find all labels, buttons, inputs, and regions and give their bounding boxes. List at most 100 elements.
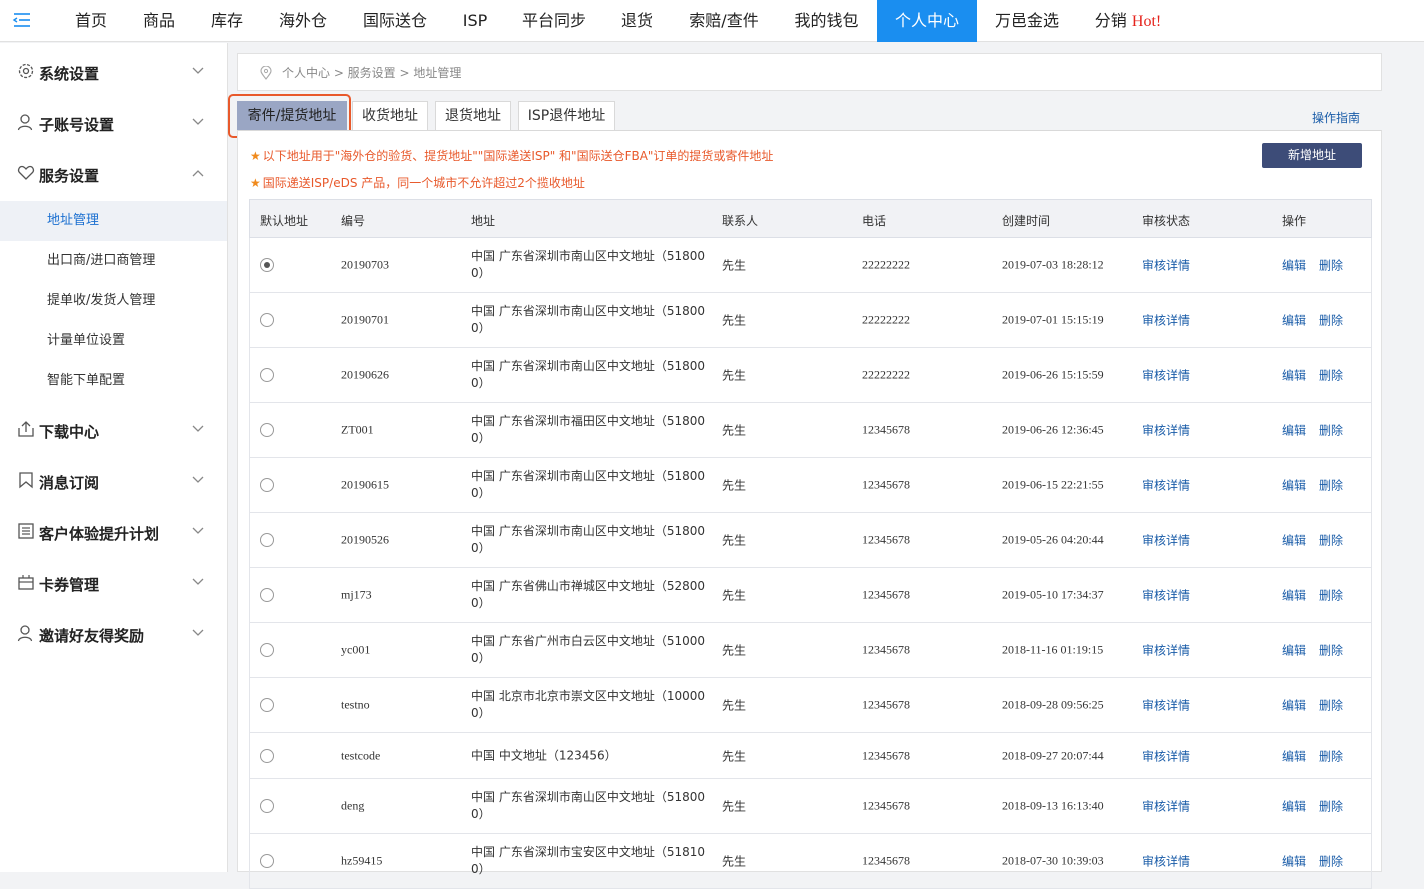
review-detail-link[interactable]: 审核详情 xyxy=(1142,697,1190,714)
tab-isp-return-address[interactable]: ISP退件地址 xyxy=(518,101,615,131)
table-row: 20190526 中国 广东省深圳市南山区中文地址（51800 0） 先生 123456… xyxy=(249,513,1372,568)
phone-number: 22222222 xyxy=(862,367,910,382)
edit-link[interactable]: 编辑 xyxy=(1282,532,1306,549)
review-detail-link[interactable]: 审核详情 xyxy=(1142,798,1190,815)
nav-returns[interactable]: 退货 xyxy=(604,0,670,42)
edit-link[interactable]: 编辑 xyxy=(1282,642,1306,659)
sidebar-item-bill-shipper[interactable]: 提单收/发货人管理 xyxy=(0,281,227,321)
default-address-radio[interactable] xyxy=(260,478,274,492)
address-text: 中国 广东省佛山市禅城区中文地址（52800 0） xyxy=(471,578,707,612)
review-detail-link[interactable]: 审核详情 xyxy=(1142,587,1190,604)
tab-receiving-address[interactable]: 收货地址 xyxy=(352,101,428,131)
delete-link[interactable]: 删除 xyxy=(1319,587,1343,604)
delete-link[interactable]: 删除 xyxy=(1319,367,1343,384)
delete-link[interactable]: 删除 xyxy=(1319,257,1343,274)
default-address-radio[interactable] xyxy=(260,258,274,272)
address-line: 0） xyxy=(471,651,491,665)
default-address-radio[interactable] xyxy=(260,854,274,868)
add-address-button[interactable]: 新增地址 xyxy=(1262,143,1362,168)
delete-link[interactable]: 删除 xyxy=(1319,642,1343,659)
address-code: testcode xyxy=(341,748,381,762)
delete-link[interactable]: 删除 xyxy=(1319,747,1343,764)
edit-link[interactable]: 编辑 xyxy=(1282,697,1306,714)
edit-link[interactable]: 编辑 xyxy=(1282,587,1306,604)
edit-link[interactable]: 编辑 xyxy=(1282,422,1306,439)
review-detail-link[interactable]: 审核详情 xyxy=(1142,532,1190,549)
phone-number: 12345678 xyxy=(862,532,910,547)
created-time: 2019-05-26 04:20:44 xyxy=(1002,532,1104,547)
review-detail-link[interactable]: 审核详情 xyxy=(1142,747,1190,764)
nav-home[interactable]: 首页 xyxy=(58,0,124,42)
sidebar-item-smart-order[interactable]: 智能下单配置 xyxy=(0,361,227,401)
nav-inventory[interactable]: 库存 xyxy=(194,0,260,42)
sidebar-item-address-management[interactable]: 地址管理 xyxy=(0,201,227,241)
nav-platform-sync[interactable]: 平台同步 xyxy=(506,0,602,42)
contact-name: 先生 xyxy=(722,854,747,869)
sidebar-group-label: 消息订阅 xyxy=(39,474,100,492)
sidebar-group-download-center[interactable]: 下载中心 xyxy=(0,401,227,452)
nav-isp[interactable]: ISP xyxy=(446,0,504,42)
nav-distribution[interactable]: 分销 Hot! xyxy=(1080,0,1176,42)
edit-link[interactable]: 编辑 xyxy=(1282,853,1306,870)
edit-link[interactable]: 编辑 xyxy=(1282,798,1306,815)
review-detail-link[interactable]: 审核详情 xyxy=(1142,422,1190,439)
column-header: 默认地址 xyxy=(260,214,309,228)
edit-link[interactable]: 编辑 xyxy=(1282,257,1306,274)
guide-link[interactable]: 操作指南 xyxy=(1312,109,1360,126)
review-detail-link[interactable]: 审核详情 xyxy=(1142,257,1190,274)
edit-link[interactable]: 编辑 xyxy=(1282,747,1306,764)
review-detail-link[interactable]: 审核详情 xyxy=(1142,312,1190,329)
phone-number: 12345678 xyxy=(862,798,910,813)
sidebar-group-invite-friends[interactable]: 邀请好友得奖励 xyxy=(0,605,227,656)
hot-badge: Hot! xyxy=(1131,13,1162,30)
sidebar-group-subaccount[interactable]: 子账号设置 xyxy=(0,94,227,145)
sidebar-group-coupon-management[interactable]: 卡券管理 xyxy=(0,554,227,605)
delete-link[interactable]: 删除 xyxy=(1319,422,1343,439)
edit-link[interactable]: 编辑 xyxy=(1282,367,1306,384)
default-address-radio[interactable] xyxy=(260,313,274,327)
table-body: 20190703 中国 广东省深圳市南山区中文地址（51800 0） 先生 222222… xyxy=(249,238,1372,889)
default-address-radio[interactable] xyxy=(260,748,274,763)
address-text: 中国 广东省深圳市南山区中文地址（51800 0） xyxy=(471,523,707,557)
address-text: 中国 中文地址（123456） xyxy=(471,747,707,764)
sidebar-group-service-settings[interactable]: 服务设置 xyxy=(0,145,227,196)
sidebar-item-exporter-importer[interactable]: 出口商/进口商管理 xyxy=(0,241,227,281)
tab-return-address[interactable]: 退货地址 xyxy=(435,101,511,131)
sidebar-group-customer-experience[interactable]: 客户体验提升计划 xyxy=(0,503,227,554)
delete-link[interactable]: 删除 xyxy=(1319,798,1343,815)
phone-number: 12345678 xyxy=(862,477,910,492)
edit-link[interactable]: 编辑 xyxy=(1282,477,1306,494)
default-address-radio[interactable] xyxy=(260,533,274,547)
default-address-radio[interactable] xyxy=(260,698,274,712)
review-detail-link[interactable]: 审核详情 xyxy=(1142,642,1190,659)
sidebar-group-message-subscription[interactable]: 消息订阅 xyxy=(0,452,227,503)
delete-link[interactable]: 删除 xyxy=(1319,532,1343,549)
nav-wanyi-select[interactable]: 万邑金选 xyxy=(979,0,1075,42)
default-address-radio[interactable] xyxy=(260,588,274,602)
nav-wallet[interactable]: 我的钱包 xyxy=(778,0,875,42)
nav-personal-center[interactable]: 个人中心 xyxy=(877,0,977,42)
review-detail-link[interactable]: 审核详情 xyxy=(1142,367,1190,384)
default-address-radio[interactable] xyxy=(260,643,274,657)
delete-link[interactable]: 删除 xyxy=(1319,312,1343,329)
address-line: 中国 广东省佛山市禅城区中文地址（52800 xyxy=(471,579,705,593)
review-detail-link[interactable]: 审核详情 xyxy=(1142,853,1190,870)
nav-intl-delivery[interactable]: 国际送仓 xyxy=(346,0,444,42)
nav-products[interactable]: 商品 xyxy=(126,0,192,42)
heart-icon xyxy=(17,165,35,180)
sidebar-group-system-settings[interactable]: 系统设置 xyxy=(0,43,227,94)
delete-link[interactable]: 删除 xyxy=(1319,853,1343,870)
sidebar-item-unit-settings[interactable]: 计量单位设置 xyxy=(0,321,227,361)
default-address-radio[interactable] xyxy=(260,799,274,813)
nav-claims[interactable]: 索赔/查件 xyxy=(672,0,776,42)
default-address-radio[interactable] xyxy=(260,368,274,382)
delete-link[interactable]: 删除 xyxy=(1319,477,1343,494)
nav-overseas-warehouse[interactable]: 海外仓 xyxy=(262,0,344,42)
edit-link[interactable]: 编辑 xyxy=(1282,312,1306,329)
default-address-radio[interactable] xyxy=(260,423,274,437)
delete-link[interactable]: 删除 xyxy=(1319,697,1343,714)
address-text: 中国 广东省广州市白云区中文地址（51000 0） xyxy=(471,633,707,667)
contact-name: 先生 xyxy=(722,423,747,438)
review-detail-link[interactable]: 审核详情 xyxy=(1142,477,1190,494)
menu-toggle-icon[interactable] xyxy=(12,10,32,30)
